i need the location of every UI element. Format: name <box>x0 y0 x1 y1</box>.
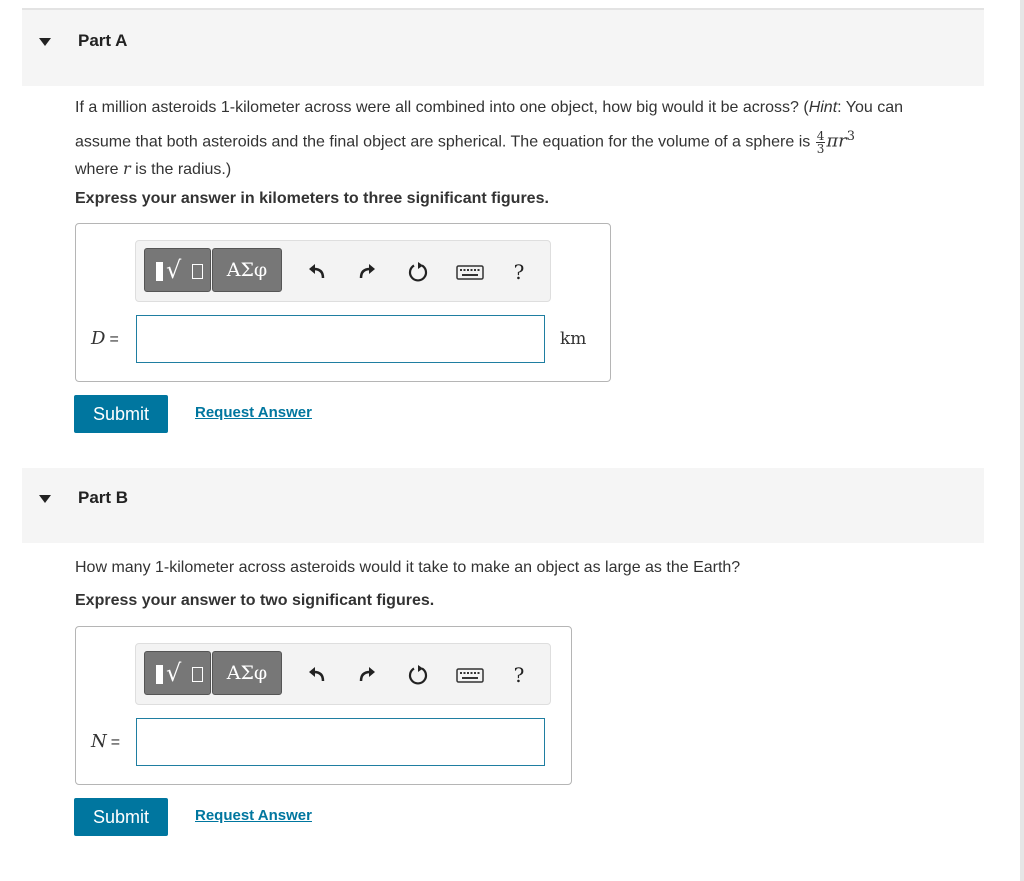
part-a-title: Part A <box>78 31 128 50</box>
part-b-answer-box: √ ΑΣφ ? N = <box>75 626 572 785</box>
templates-button[interactable]: √ <box>144 248 211 292</box>
greek-letters-button[interactable]: ΑΣφ <box>212 651 282 695</box>
part-a-question-line2: assume that both asteroids and the final… <box>75 128 856 156</box>
part-a-answer-box: √ ΑΣφ ? D = km <box>75 223 611 382</box>
help-icon[interactable]: ? <box>508 664 530 686</box>
reset-icon[interactable] <box>407 261 429 283</box>
four-thirds-fraction: 43 <box>815 128 826 156</box>
part-a-answer-input[interactable] <box>136 315 545 363</box>
redo-icon[interactable] <box>356 664 378 686</box>
collapse-caret-icon[interactable] <box>39 495 51 503</box>
part-b-answer-input[interactable] <box>136 718 545 766</box>
part-b-title: Part B <box>78 488 129 507</box>
reset-icon[interactable] <box>407 664 429 686</box>
radius-variable: r <box>123 159 131 179</box>
part-a-header[interactable]: Part A <box>22 8 984 86</box>
help-icon[interactable]: ? <box>508 261 530 283</box>
part-b-instruction: Express your answer to two significant f… <box>75 592 435 609</box>
part-a-submit-button[interactable]: Submit <box>74 395 168 433</box>
undo-icon[interactable] <box>306 664 328 686</box>
redo-icon[interactable] <box>356 261 378 283</box>
part-a-question: If a million asteroids 1-kilometer acros… <box>75 94 980 182</box>
scrollbar-track[interactable] <box>1020 0 1024 881</box>
part-a-request-answer-link[interactable]: Request Answer <box>195 404 312 421</box>
templates-button[interactable]: √ <box>144 651 211 695</box>
part-a-question-line3: where r is the radius.) <box>75 159 232 179</box>
greek-letters-button[interactable]: ΑΣφ <box>212 248 282 292</box>
pi-r-symbol: πr <box>826 130 847 152</box>
part-a-instruction: Express your answer in kilometers to thr… <box>75 190 549 207</box>
hint-label: Hint <box>808 99 838 116</box>
part-a-variable-label: D = <box>91 328 119 349</box>
part-a-unit-label: km <box>560 329 587 349</box>
math-toolbar: √ ΑΣφ ? <box>135 240 551 302</box>
cube-exponent: 3 <box>846 129 856 144</box>
math-toolbar: √ ΑΣφ ? <box>135 643 551 705</box>
part-b-request-answer-link[interactable]: Request Answer <box>195 807 312 824</box>
keyboard-icon[interactable] <box>456 261 484 283</box>
collapse-caret-icon[interactable] <box>39 38 51 46</box>
part-b-submit-button[interactable]: Submit <box>74 798 168 836</box>
part-b-variable-label: N = <box>91 731 121 752</box>
undo-icon[interactable] <box>306 261 328 283</box>
keyboard-icon[interactable] <box>456 664 484 686</box>
part-a-question-line1: If a million asteroids 1-kilometer acros… <box>75 99 903 116</box>
part-b-question: How many 1-kilometer across asteroids wo… <box>75 559 741 576</box>
part-b-header[interactable]: Part B <box>22 468 984 543</box>
